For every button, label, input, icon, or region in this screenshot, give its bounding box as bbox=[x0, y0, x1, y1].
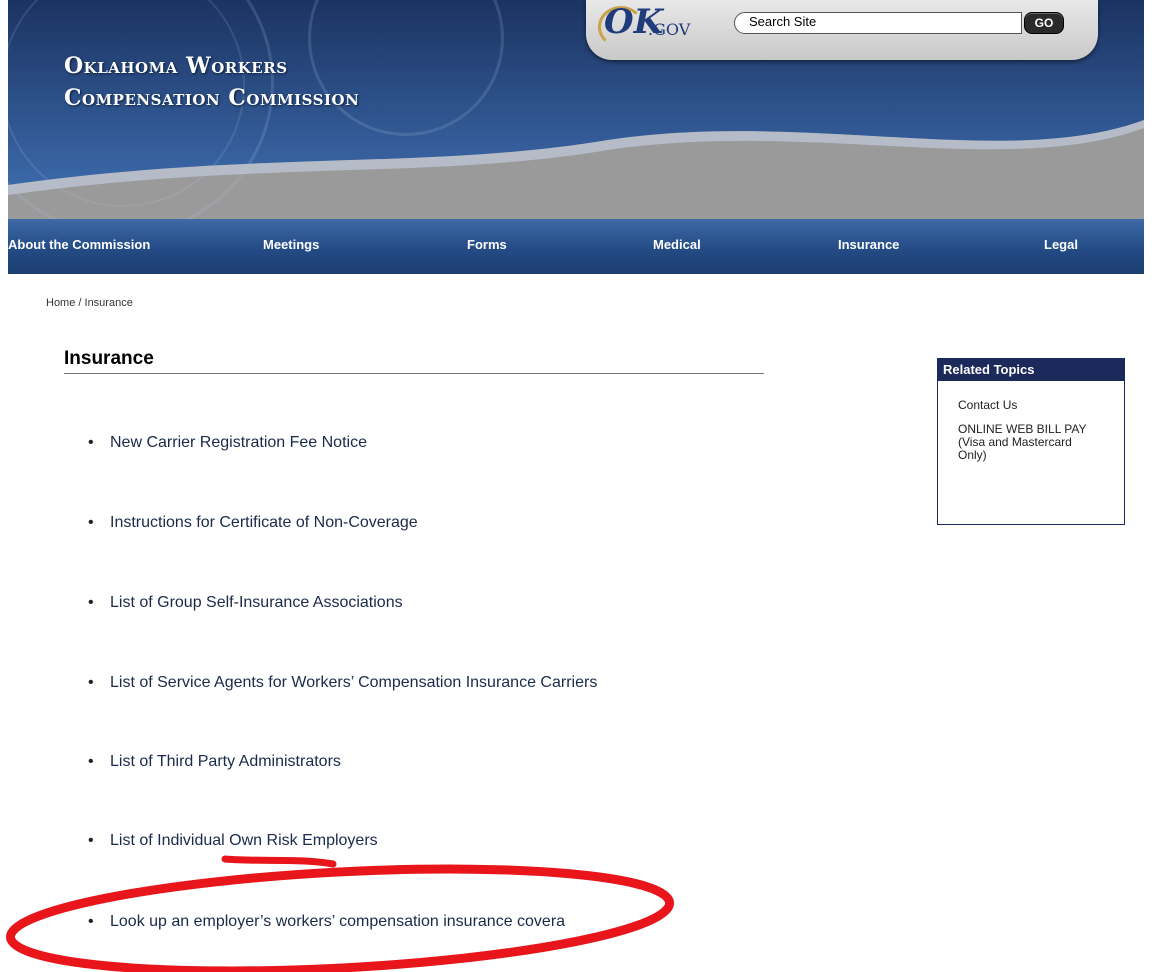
bullet-icon: • bbox=[88, 434, 94, 451]
list-item[interactable]: • List of Service Agents for Workers’ Com… bbox=[88, 674, 597, 692]
link-own-risk-employers[interactable]: List of Individual Own Risk Employers bbox=[110, 832, 378, 849]
nav-legal[interactable]: Legal bbox=[1044, 237, 1078, 252]
main-nav: About the Commission Meetings Forms Medi… bbox=[8, 219, 1144, 274]
okgov-gov-text: .GOV bbox=[648, 20, 691, 39]
related-topics-heading: Related Topics bbox=[938, 359, 1124, 381]
list-item[interactable]: • Look up an employer’s workers’ compensa… bbox=[88, 913, 565, 931]
link-employer-coverage-lookup[interactable]: Look up an employer’s workers’ compensat… bbox=[110, 913, 565, 930]
bullet-icon: • bbox=[88, 913, 94, 930]
link-group-self-insurance[interactable]: List of Group Self-Insurance Association… bbox=[110, 594, 403, 611]
link-third-party-admins[interactable]: List of Third Party Administrators bbox=[110, 753, 341, 770]
related-contact-us[interactable]: Contact Us bbox=[958, 399, 1118, 412]
bullet-icon: • bbox=[88, 832, 94, 849]
nav-meetings[interactable]: Meetings bbox=[263, 237, 319, 252]
related-topics-box: Related Topics Contact Us ONLINE WEB BIL… bbox=[937, 358, 1125, 525]
title-divider bbox=[64, 373, 764, 374]
search-bar: OK .GOV Search Site GO bbox=[586, 0, 1098, 60]
nav-about[interactable]: About the Commission bbox=[8, 237, 150, 252]
related-bill-pay-note-end[interactable]: Only) bbox=[958, 449, 1118, 462]
link-non-coverage-instructions[interactable]: Instructions for Certificate of Non-Cove… bbox=[110, 514, 418, 531]
link-new-carrier-fee[interactable]: New Carrier Registration Fee Notice bbox=[110, 434, 367, 451]
list-item[interactable]: • New Carrier Registration Fee Notice bbox=[88, 434, 367, 452]
nav-insurance[interactable]: Insurance bbox=[838, 237, 899, 252]
bullet-icon: • bbox=[88, 514, 94, 531]
site-title-line2: Compensation Commission bbox=[64, 85, 360, 111]
nav-forms[interactable]: Forms bbox=[467, 237, 507, 252]
search-go-button[interactable]: GO bbox=[1024, 12, 1064, 34]
search-input[interactable]: Search Site bbox=[734, 12, 1022, 34]
site-header: Oklahoma Workers Compensation Commission… bbox=[8, 0, 1144, 219]
list-item[interactable]: • List of Individual Own Risk Employers bbox=[88, 832, 378, 850]
site-title[interactable]: Oklahoma Workers Compensation Commission bbox=[64, 50, 359, 114]
page-title: Insurance bbox=[64, 348, 154, 369]
bullet-icon: • bbox=[88, 594, 94, 611]
bullet-icon: • bbox=[88, 674, 94, 691]
link-service-agents[interactable]: List of Service Agents for Workers’ Comp… bbox=[110, 674, 597, 691]
okgov-logo[interactable]: OK .GOV bbox=[596, 2, 716, 48]
list-item[interactable]: • Instructions for Certificate of Non-Cov… bbox=[88, 514, 418, 532]
bullet-icon: • bbox=[88, 753, 94, 770]
main-content: Home / Insurance Insurance • New Carrier … bbox=[8, 274, 1144, 972]
page-frame: Oklahoma Workers Compensation Commission… bbox=[8, 0, 1144, 972]
breadcrumb[interactable]: Home / Insurance bbox=[46, 297, 133, 309]
nav-medical[interactable]: Medical bbox=[653, 237, 701, 252]
list-item[interactable]: • List of Group Self-Insurance Associatio… bbox=[88, 594, 403, 612]
site-title-line1: Oklahoma Workers bbox=[64, 53, 288, 79]
list-item[interactable]: • List of Third Party Administrators bbox=[88, 753, 341, 771]
